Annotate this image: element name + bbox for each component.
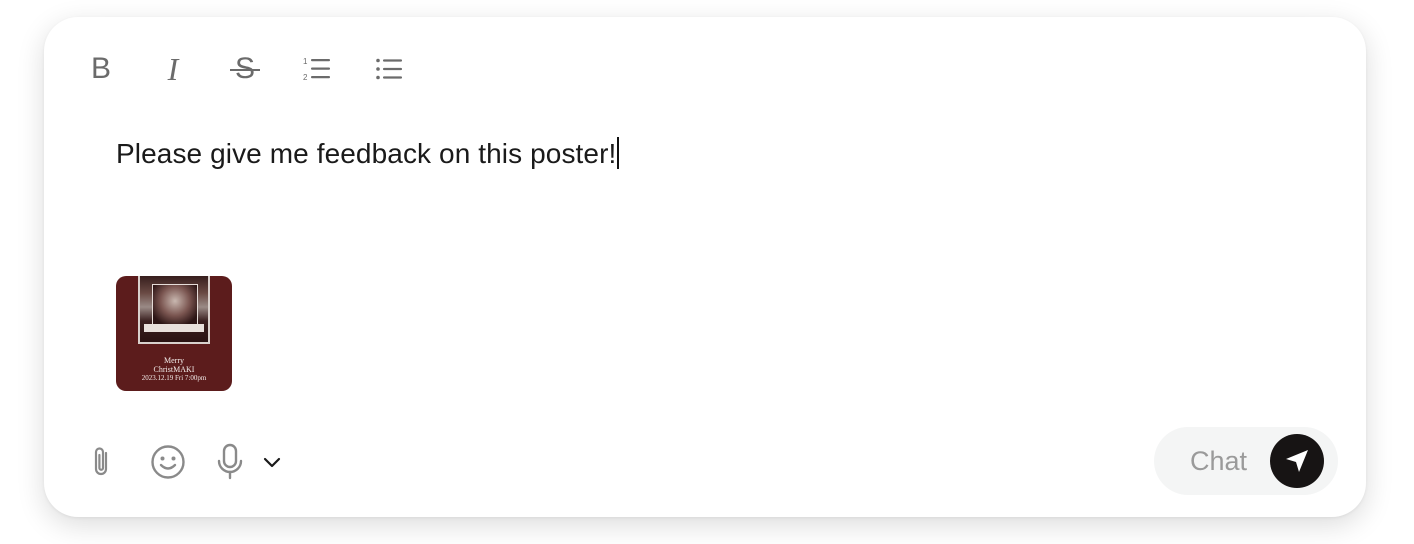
send-arrow-icon	[1286, 450, 1308, 472]
poster-artwork	[138, 276, 210, 344]
image-attachment-thumbnail[interactable]: Merry ChristMAKI 2023.12.19 Fri 7:00pm	[116, 276, 232, 391]
paperclip-icon	[94, 447, 108, 476]
poster-line-3: 2023.12.19 Fri 7:00pm	[141, 374, 207, 382]
chat-label: Chat	[1190, 446, 1248, 476]
message-input[interactable]: Please give me feedback on this poster!	[116, 134, 620, 174]
poster-caption: Merry ChristMAKI 2023.12.19 Fri 7:00pm	[116, 356, 232, 383]
numbered-list-button[interactable]: 1 2	[298, 49, 336, 89]
emoji-button[interactable]	[148, 438, 188, 486]
bulleted-list-button[interactable]	[370, 49, 408, 89]
svg-text:1: 1	[303, 57, 308, 66]
italic-icon: I	[167, 50, 179, 87]
bold-icon: B	[90, 52, 111, 85]
poster-illustration	[152, 284, 198, 326]
strikethrough-button[interactable]: S	[226, 49, 264, 89]
smiley-icon	[151, 445, 185, 479]
send-button[interactable]	[1270, 434, 1324, 488]
microphone-icon	[217, 443, 243, 480]
strikethrough-icon: S	[229, 52, 260, 86]
poster-banner	[144, 324, 204, 332]
voice-options-dropdown[interactable]	[258, 438, 286, 486]
formatting-toolbar: B I S 1 2	[82, 47, 442, 91]
text-caret	[617, 137, 620, 169]
svg-text:2: 2	[303, 73, 308, 82]
chat-composer: B I S 1 2 Please give me feedback on thi…	[44, 17, 1366, 517]
strike-line	[229, 69, 260, 71]
voice-input-button[interactable]	[212, 438, 248, 486]
send-chat-control[interactable]: Chat	[1154, 427, 1338, 495]
message-text: Please give me feedback on this poster!	[116, 138, 617, 169]
numbered-list-icon: 1 2	[303, 57, 330, 82]
bold-button[interactable]: B	[82, 49, 120, 89]
bulleted-list-icon	[376, 58, 402, 80]
attach-button[interactable]	[82, 438, 122, 486]
poster-line-1: Merry	[164, 356, 184, 365]
italic-button[interactable]: I	[154, 49, 192, 89]
chevron-down-icon	[263, 457, 281, 468]
input-actions	[82, 437, 286, 487]
poster-line-2: ChristMAKI	[153, 365, 195, 374]
